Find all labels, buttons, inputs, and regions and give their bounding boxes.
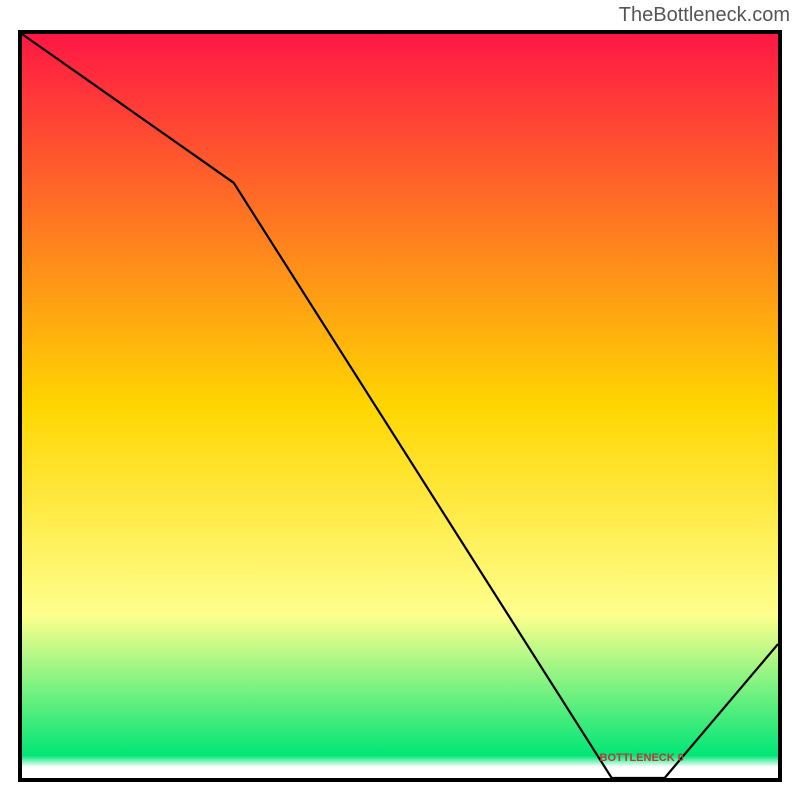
attribution-text: TheBottleneck.com: [619, 4, 790, 27]
legend-label: BOTTLENECK 0: [600, 752, 684, 764]
chart-container: TheBottleneck.com BOTTLENECK 0: [0, 0, 800, 800]
bottleneck-chart: BOTTLENECK 0: [18, 30, 782, 782]
gradient-background: [22, 34, 778, 778]
plot-area: BOTTLENECK 0: [18, 30, 782, 782]
